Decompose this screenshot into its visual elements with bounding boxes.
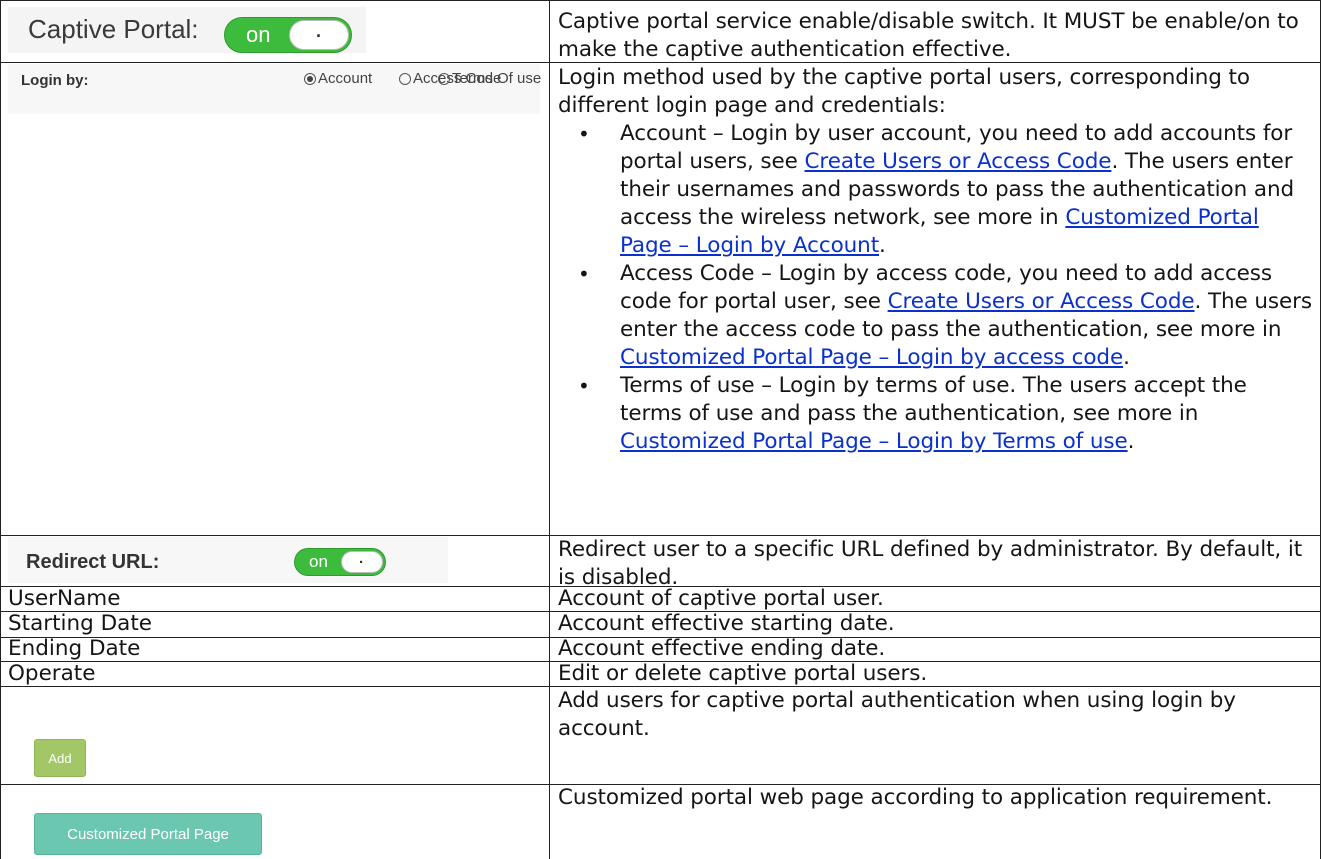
toggle-on-text: on <box>246 22 271 47</box>
login-method-list: Account – Login by user account, you nee… <box>558 120 1313 456</box>
customized-portal-description: Customized portal web page according to … <box>558 785 1273 810</box>
radio-account[interactable]: Account <box>304 70 372 87</box>
add-description: Add users for captive portal authenticat… <box>558 688 1236 741</box>
toggle-knob-dot: . <box>359 550 364 567</box>
ending-date-description: Account effective ending date. <box>558 636 886 661</box>
operate-description: Edit or delete captive portal users. <box>558 661 928 686</box>
list-item-terms: Terms of use – Login by terms of use. Th… <box>558 372 1313 456</box>
toggle-on-text: on <box>309 552 328 571</box>
radio-label-terms-of-use: Terms Of use <box>452 70 542 87</box>
link-login-by-access-code[interactable]: Customized Portal Page – Login by access… <box>620 345 1123 370</box>
redirect-url-toggle[interactable]: on . <box>294 548 386 576</box>
link-login-by-terms[interactable]: Customized Portal Page – Login by Terms … <box>620 429 1128 454</box>
radio-button-selected[interactable] <box>304 72 316 85</box>
radio-terms-of-use[interactable]: Terms Of use <box>438 70 541 87</box>
login-by-label: Login by: <box>21 72 89 89</box>
radio-button[interactable] <box>399 72 411 85</box>
login-by-description: Login method used by the captive portal … <box>558 64 1313 456</box>
captive-portal-toggle[interactable]: on . <box>224 17 352 53</box>
table-border-left <box>0 0 1 859</box>
table-border-top <box>0 0 1321 1</box>
column-divider <box>549 0 550 859</box>
radio-label-account: Account <box>318 70 373 87</box>
starting-date-label: Starting Date <box>8 611 152 636</box>
bullet-text: . <box>1123 345 1130 370</box>
description-table: Captive Portal: on . Captive portal serv… <box>0 0 1321 859</box>
toggle-knob-dot: . <box>316 21 322 41</box>
redirect-url-description: Redirect user to a specific URL defined … <box>558 537 1303 590</box>
captive-portal-label: Captive Portal: <box>28 14 199 44</box>
ending-date-label: Ending Date <box>8 636 141 661</box>
list-item-access-code: Access Code – Login by access code, you … <box>558 260 1313 372</box>
radio-button[interactable] <box>438 72 450 85</box>
link-create-users[interactable]: Create Users or Access Code <box>888 289 1195 314</box>
bullet-text: . <box>1127 429 1135 454</box>
toggle-knob: . <box>289 20 349 50</box>
link-create-users[interactable]: Create Users or Access Code <box>805 149 1112 174</box>
toggle-knob: . <box>341 550 383 573</box>
captive-portal-description: Captive portal service enable/disable sw… <box>558 9 1299 62</box>
bullet-text: Terms of use – Login by terms of use. Th… <box>620 373 1247 426</box>
bullet-text: . <box>879 233 886 258</box>
username-label: UserName <box>8 586 121 611</box>
starting-date-description: Account effective starting date. <box>558 611 895 636</box>
customized-portal-page-button[interactable]: Customized Portal Page <box>34 813 262 855</box>
login-by-intro: Login method used by the captive portal … <box>558 65 1250 118</box>
operate-label: Operate <box>8 661 96 686</box>
list-item-account: Account – Login by user account, you nee… <box>558 120 1313 260</box>
redirect-url-label: Redirect URL: <box>26 551 160 573</box>
username-description: Account of captive portal user. <box>558 586 884 611</box>
add-button[interactable]: Add <box>34 739 86 777</box>
